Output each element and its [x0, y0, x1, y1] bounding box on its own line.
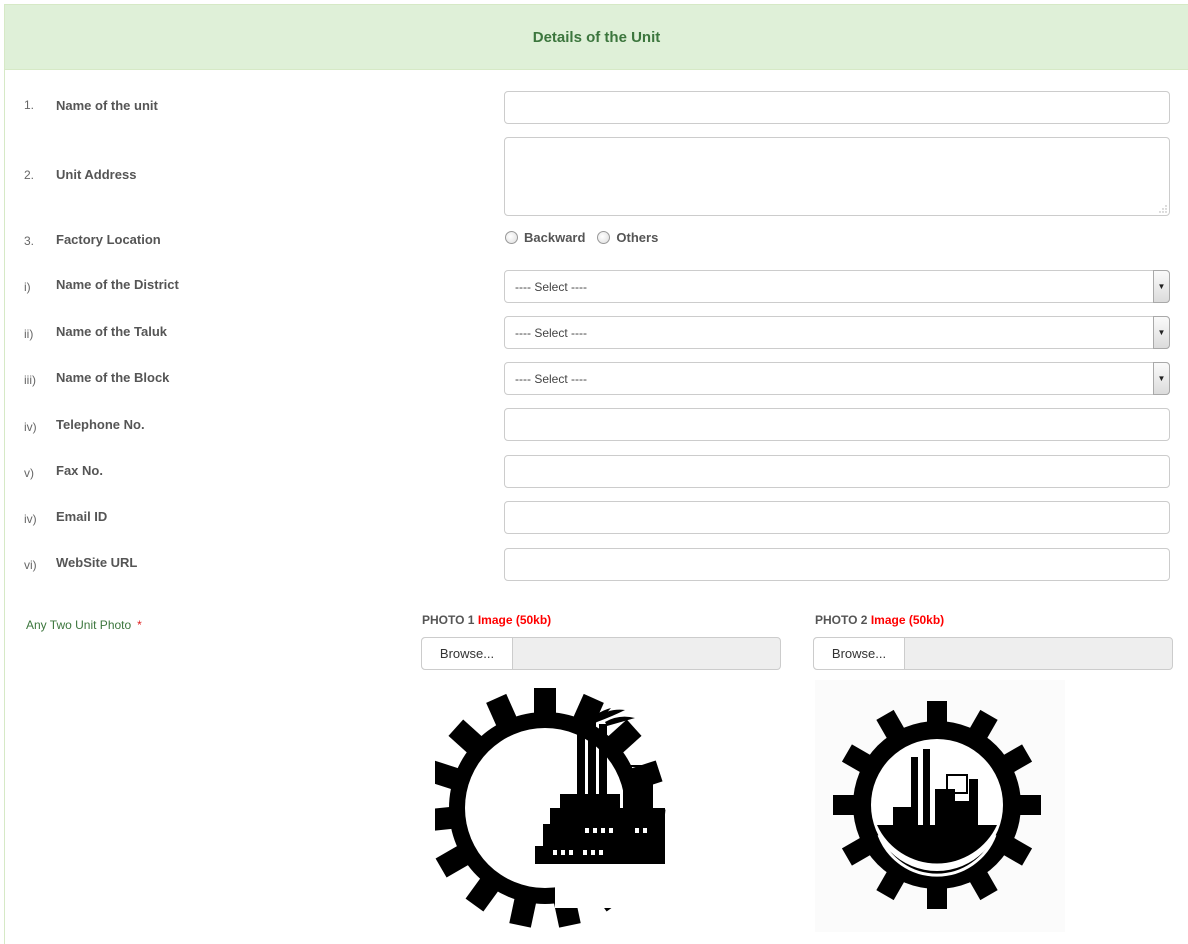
- field-number: ii): [24, 327, 34, 341]
- photo2-file-input[interactable]: Browse...: [813, 637, 1173, 670]
- required-marker: *: [137, 618, 142, 632]
- taluk-select[interactable]: ---- Select ---- ▼: [504, 316, 1170, 349]
- photo1-browse-button[interactable]: Browse...: [422, 638, 513, 669]
- email-input[interactable]: [504, 501, 1170, 534]
- photo2-gear-factory-image: [815, 680, 1065, 932]
- telephone-input[interactable]: [504, 408, 1170, 441]
- unit-photo-label-text: Any Two Unit Photo: [26, 618, 132, 632]
- photo1-title-text: PHOTO 1: [422, 613, 475, 627]
- photo1-file-input[interactable]: Browse...: [421, 637, 781, 670]
- unit-name-label: Name of the unit: [56, 98, 158, 113]
- panel-heading: Details of the Unit: [5, 5, 1188, 70]
- district-label: Name of the District: [56, 277, 179, 292]
- photo1-hint: Image (50kb): [477, 613, 552, 627]
- taluk-label: Name of the Taluk: [56, 324, 168, 339]
- district-select[interactable]: ---- Select ---- ▼: [504, 270, 1170, 303]
- field-number: v): [24, 466, 34, 480]
- resize-grip-icon[interactable]: [1159, 205, 1167, 213]
- district-selected-value: ---- Select ----: [515, 279, 587, 294]
- photo2-title-text: PHOTO 2: [815, 613, 868, 627]
- panel-title: Details of the Unit: [532, 28, 661, 46]
- radio-others[interactable]: [597, 231, 611, 244]
- unit-address-textarea[interactable]: [504, 137, 1170, 216]
- fax-label: Fax No.: [56, 463, 103, 478]
- factory-location-radio-group: Backward Others: [505, 230, 658, 245]
- field-number: vi): [24, 558, 37, 572]
- radio-backward-label: Backward: [524, 230, 586, 245]
- chevron-down-icon[interactable]: ▼: [1153, 362, 1170, 395]
- radio-others-label: Others: [616, 230, 659, 245]
- telephone-label: Telephone No.: [56, 417, 145, 432]
- field-number: iv): [24, 420, 37, 434]
- website-input[interactable]: [504, 548, 1170, 581]
- taluk-selected-value: ---- Select ----: [515, 325, 587, 340]
- field-number: iv): [24, 512, 37, 526]
- email-label: Email ID: [56, 509, 108, 524]
- unit-photo-label: Any Two Unit Photo *: [26, 618, 142, 632]
- photo1-gear-factory-image: [435, 688, 666, 928]
- field-number: 3.: [24, 234, 35, 248]
- fax-input[interactable]: [504, 455, 1170, 488]
- unit-address-label: Unit Address: [56, 167, 137, 182]
- photo2-title: PHOTO 2 Image (50kb): [815, 613, 944, 627]
- block-selected-value: ---- Select ----: [515, 371, 587, 386]
- photo1-title: PHOTO 1 Image (50kb): [422, 613, 551, 627]
- chevron-down-icon[interactable]: ▼: [1153, 270, 1170, 303]
- block-select[interactable]: ---- Select ---- ▼: [504, 362, 1170, 395]
- unit-address-wrapper: [504, 137, 1170, 216]
- chevron-down-icon[interactable]: ▼: [1153, 316, 1170, 349]
- field-number: 2.: [24, 168, 35, 182]
- factory-location-label: Factory Location: [56, 232, 161, 247]
- field-number: i): [24, 280, 31, 294]
- photo2-hint: Image (50kb): [870, 613, 945, 627]
- website-label: WebSite URL: [56, 555, 138, 570]
- field-number: 1.: [24, 98, 35, 112]
- block-label: Name of the Block: [56, 370, 170, 385]
- photo2-browse-button[interactable]: Browse...: [814, 638, 905, 669]
- radio-backward[interactable]: [505, 231, 518, 244]
- unit-name-input[interactable]: [504, 91, 1170, 124]
- field-number: iii): [24, 373, 36, 387]
